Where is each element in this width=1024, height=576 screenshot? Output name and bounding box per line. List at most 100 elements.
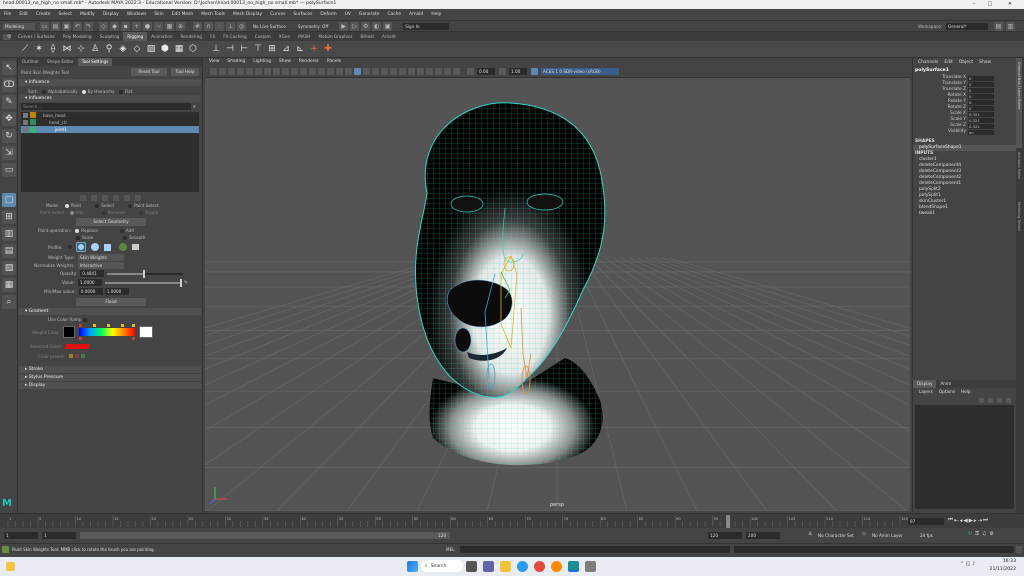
app-icon[interactable] xyxy=(585,560,596,572)
value-field[interactable]: 1.0000 xyxy=(77,279,102,286)
shelf-tab-bifrost[interactable]: Bifrost xyxy=(356,32,378,41)
redo-icon[interactable]: ↷ xyxy=(84,21,93,31)
mel-input[interactable] xyxy=(460,546,730,553)
mode-select-radio[interactable]: Select xyxy=(95,203,114,208)
scale-tool-icon[interactable]: ⇲ xyxy=(2,146,16,160)
live-surface-label[interactable]: No Live Surface xyxy=(253,24,286,29)
step-forward-icon[interactable]: ▸ xyxy=(974,518,977,524)
channel-value-field[interactable]: 0 xyxy=(968,99,994,105)
last-tool-icon[interactable]: ▭ xyxy=(2,163,16,177)
hierarchy-mode-icon[interactable]: ◇ xyxy=(99,21,108,31)
snap-surface-icon[interactable]: ◎ xyxy=(237,21,246,31)
loop-icon[interactable]: ↻ xyxy=(968,531,972,537)
chrome-icon[interactable] xyxy=(534,560,545,572)
ik-handle-icon[interactable]: ⟠ xyxy=(47,43,59,55)
color-swatch[interactable] xyxy=(30,126,36,133)
bookmark-icon[interactable] xyxy=(228,68,235,75)
snap-curve-icon[interactable]: ∩ xyxy=(204,21,213,31)
script-editor-icon[interactable] xyxy=(1016,546,1022,553)
insert-joint-icon[interactable]: ✶ xyxy=(33,43,45,55)
snap-grid-icon[interactable]: # xyxy=(193,21,202,31)
gate-mask-icon[interactable] xyxy=(291,68,298,75)
color-swatch[interactable] xyxy=(30,112,36,118)
lock-icon[interactable] xyxy=(23,119,28,125)
shelf-tab-fx[interactable]: FX xyxy=(206,32,219,41)
ambient-occlusion-icon[interactable] xyxy=(390,68,397,75)
browse-folder-icon[interactable] xyxy=(132,244,140,250)
hypershade-icon[interactable]: ◐ xyxy=(372,21,382,31)
shelf-tab-poly-modeling[interactable]: Poly Modeling xyxy=(59,32,96,41)
start-icon[interactable] xyxy=(407,560,418,572)
shelf-tab-rendering[interactable]: Rendering xyxy=(177,32,206,41)
anim-layer-icon[interactable]: ◇ xyxy=(862,531,866,537)
select-surfaces-icon[interactable]: ▦ xyxy=(165,21,174,31)
soft-brush-icon[interactable] xyxy=(90,243,99,251)
menu-arnold[interactable]: Arnold xyxy=(405,9,427,21)
shelf-tab-animation[interactable]: Animation xyxy=(147,32,176,41)
outliner-layout-icon[interactable]: ▦ xyxy=(2,278,16,292)
view-transform-dropdown[interactable]: ACES 1.0 SDR-video (sRGB) xyxy=(541,68,619,75)
menu-curves[interactable]: Curves xyxy=(266,9,289,21)
parent-constraint-icon[interactable]: ⊞ xyxy=(266,43,278,55)
viewport-menu-shading[interactable]: Shading xyxy=(223,58,249,66)
locator-icon[interactable]: + xyxy=(308,43,320,55)
menu-set-dropdown[interactable]: Modeling xyxy=(3,22,35,30)
playback-end-field[interactable]: 120 xyxy=(708,532,742,539)
color-swatch[interactable] xyxy=(30,119,36,125)
undo-icon[interactable]: ↶ xyxy=(73,21,82,31)
single-view-icon[interactable]: ▢ xyxy=(2,193,16,207)
scale-constraint-icon[interactable]: ⊤ xyxy=(252,43,264,55)
ipr-render-icon[interactable]: ▷ xyxy=(350,21,360,31)
channel-value-field[interactable]: 0 xyxy=(968,75,994,81)
selected-object-name[interactable]: polySurface1 xyxy=(913,67,1016,75)
symmetry-label[interactable]: Symmetry: Off xyxy=(298,24,328,29)
color-management-icon[interactable] xyxy=(531,68,538,75)
file-explorer-icon[interactable] xyxy=(500,560,511,572)
menu-file[interactable]: File xyxy=(0,9,15,21)
viewport-menu-lighting[interactable]: Lighting xyxy=(249,58,275,66)
2d-pan-zoom-icon[interactable] xyxy=(246,68,253,75)
aim-constraint-icon[interactable]: ⊣ xyxy=(224,43,236,55)
play-back-icon[interactable]: ◀ xyxy=(963,518,967,524)
time-slider-ruler[interactable]: 1 5 10 15 20 25 30 35 40 45 50 55 60 65 70 75 80 85 90 95 10… xyxy=(0,514,910,529)
render-view-icon[interactable]: ▣ xyxy=(383,21,393,31)
menu-select[interactable]: Select xyxy=(54,9,76,21)
influence-item-selected[interactable]: joint1 xyxy=(21,126,199,133)
safe-title-icon[interactable] xyxy=(318,68,325,75)
paint-select-add-radio[interactable]: Add xyxy=(69,210,84,215)
task-view-icon[interactable] xyxy=(466,560,477,572)
select-camera-icon[interactable] xyxy=(210,68,217,75)
channel-menu-edit[interactable]: Edit xyxy=(941,58,956,67)
menu-skin[interactable]: Skin xyxy=(150,9,167,21)
viewport-menu-show[interactable]: Show xyxy=(275,58,295,66)
shelf-tab-rigging[interactable]: Rigging xyxy=(123,32,148,41)
xray-joints-icon[interactable] xyxy=(453,68,460,75)
tool-help-button[interactable]: Tool Help xyxy=(171,68,199,76)
wireframe-icon[interactable] xyxy=(327,68,334,75)
op-add-radio[interactable]: Add xyxy=(119,228,134,233)
preset-swatch[interactable] xyxy=(74,354,79,358)
ramp-key[interactable] xyxy=(79,337,83,340)
current-frame-marker[interactable] xyxy=(726,515,731,528)
menu-mesh-display[interactable]: Mesh Display xyxy=(229,9,266,21)
min-value-field[interactable]: 0.0000 xyxy=(78,288,103,295)
workspace-dropdown[interactable]: General* xyxy=(946,23,988,30)
human-ik-icon[interactable]: ⚲ xyxy=(103,43,115,55)
layer-menu-options[interactable]: Options xyxy=(936,388,958,396)
time-slider[interactable]: 1 5 10 15 20 25 30 35 40 45 50 55 60 65 70 75 80 85 90 95 10… xyxy=(0,513,1024,528)
unbind-skin-icon[interactable]: ◇ xyxy=(131,43,143,55)
viewport-menu-view[interactable]: View xyxy=(205,58,223,66)
ramp-key[interactable] xyxy=(121,324,125,327)
safe-action-icon[interactable] xyxy=(309,68,316,75)
firefox-icon[interactable] xyxy=(551,560,562,572)
shelf-tab-curves-surfaces[interactable]: Curves / Surfaces xyxy=(14,32,59,41)
channel-menu-object[interactable]: Object xyxy=(956,58,976,67)
stylus-pressure-section-header[interactable]: ▸ Stylus Pressure xyxy=(19,374,201,381)
exposure-field[interactable]: 0.00 xyxy=(477,68,495,75)
shelf-tab-xgen[interactable]: XGen xyxy=(275,32,294,41)
select-deformations-icon[interactable]: ⊕ xyxy=(176,21,185,31)
magnify-icon[interactable]: ⌕ xyxy=(2,295,16,309)
channel-value-field[interactable]: 0.321 xyxy=(968,111,994,117)
channel-value-field[interactable]: 0.321 xyxy=(968,123,994,129)
snap-view-icon[interactable]: ⊥ xyxy=(226,21,235,31)
